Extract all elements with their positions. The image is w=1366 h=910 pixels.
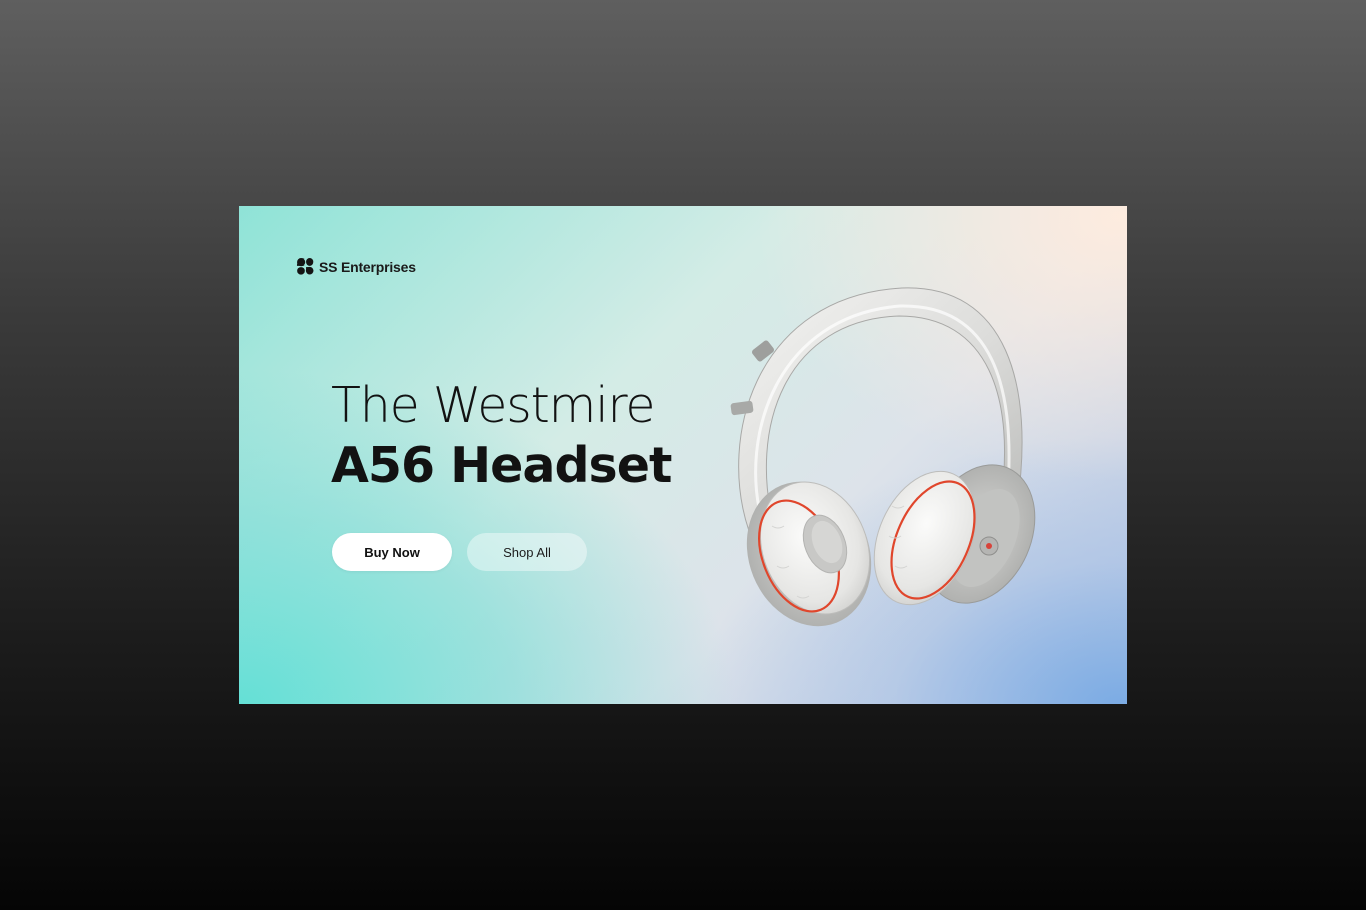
shop-all-button[interactable]: Shop All bbox=[467, 533, 587, 571]
headline-line-2: A56 Headset bbox=[331, 437, 672, 494]
brand-logo[interactable]: SS Enterprises bbox=[296, 257, 416, 276]
headphones-icon bbox=[730, 287, 1036, 627]
buy-now-button[interactable]: Buy Now bbox=[332, 533, 452, 571]
brand-name: SS Enterprises bbox=[319, 258, 416, 275]
clover-logo-icon bbox=[296, 257, 314, 275]
headline-line-1: The Westmire bbox=[331, 377, 656, 434]
hero-banner: SS Enterprises The Westmire A56 Headset … bbox=[239, 206, 1127, 704]
product-headline: The Westmire A56 Headset bbox=[331, 376, 672, 496]
